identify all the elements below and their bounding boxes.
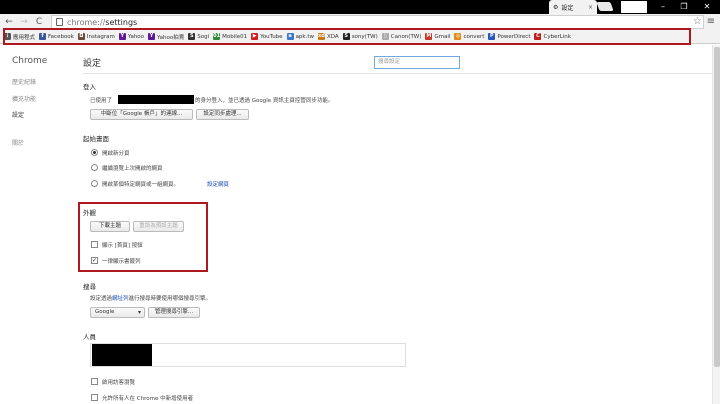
search-description: 設定透過網址列進行搜尋時要使用哪個搜尋引擎。 <box>90 296 212 302</box>
search-input[interactable]: 搜尋設定 <box>374 56 460 69</box>
signin-text-prefix: 已使用了 <box>90 98 113 104</box>
close-window-button[interactable]: ✕ <box>696 0 718 14</box>
tab-title: 設定 <box>561 4 574 12</box>
search-title: 搜尋 <box>83 283 96 291</box>
minimize-button[interactable]: – <box>652 0 674 14</box>
omnibox-link[interactable]: 網址列 <box>112 296 129 302</box>
maximize-button[interactable]: ❐ <box>673 0 695 14</box>
bookmarks-bar-highlight <box>3 28 691 45</box>
signin-title: 登入 <box>83 83 96 91</box>
appearance-title: 外觀 <box>83 209 96 217</box>
sidebar-brand: Chrome <box>12 56 48 66</box>
menu-icon[interactable]: ≡ <box>707 14 715 30</box>
sidebar-item-history[interactable]: 歷史紀錄 <box>12 77 36 86</box>
bookmarks-bar-label: 一律顯示書籤列 <box>102 259 141 265</box>
startup-option-continue: 繼續瀏覽上次開啟的網頁 <box>102 166 163 172</box>
signin-text-suffix: 的身分登入，並已透過 Google 資訊主頁控管同步功能。 <box>195 98 334 104</box>
profile-button[interactable] <box>621 1 647 13</box>
page-icon <box>56 18 63 26</box>
guest-browsing-checkbox[interactable] <box>91 378 98 385</box>
disconnect-account-button[interactable]: 中斷位「Google 帳戶」的連線... <box>90 109 193 120</box>
bookmark-star-icon[interactable]: ☆ <box>693 14 702 30</box>
new-tab-button[interactable] <box>596 2 614 11</box>
startup-radio-continue[interactable] <box>91 164 98 171</box>
gear-icon: ⚙ <box>553 3 559 11</box>
people-title: 人員 <box>83 333 96 341</box>
reset-theme-button[interactable]: 重設為預設主題 <box>133 221 184 232</box>
sidebar-item-extensions[interactable]: 擴充功能 <box>12 94 36 103</box>
url-text: chrome://settings <box>67 17 138 27</box>
sidebar-item-settings[interactable]: 設定 <box>12 110 24 119</box>
bookmarks-bar-checkbox[interactable]: ✓ <box>91 257 98 264</box>
add-person-label: 允許所有人在 Chrome 中新增使用者 <box>102 396 194 402</box>
home-button-checkbox[interactable] <box>91 241 98 248</box>
scrollbar[interactable] <box>712 45 720 404</box>
add-person-checkbox[interactable] <box>91 394 98 401</box>
get-themes-button[interactable]: 下載主題 <box>90 221 130 232</box>
sidebar-item-about[interactable]: 關於 <box>12 138 24 147</box>
tab-settings[interactable]: ⚙ 設定 × <box>549 0 597 14</box>
home-button-label: 顯示 [首頁] 按鈕 <box>102 243 143 249</box>
set-pages-link[interactable]: 設定網頁 <box>207 180 229 188</box>
startup-option-specific: 開啟某個特定網頁或一組網頁。 <box>102 182 180 188</box>
tab-close-icon[interactable]: × <box>588 4 593 11</box>
sync-settings-button[interactable]: 設定同步處理... <box>196 109 249 120</box>
header-divider <box>83 73 719 74</box>
settings-main: 設定 搜尋設定 登入 已使用了 的身分登入，並已透過 Google 資訊主頁控管… <box>78 45 720 404</box>
guest-browsing-label: 啟用訪客瀏覽 <box>102 380 136 386</box>
search-engine-select[interactable]: Google <box>90 307 145 318</box>
redacted-profile <box>92 344 152 366</box>
startup-title: 起始畫面 <box>83 135 109 143</box>
startup-option-newtab: 開啟新分頁 <box>102 151 130 157</box>
sidebar: Chrome 歷史紀錄 擴充功能 設定 關於 <box>0 45 78 404</box>
startup-radio-specific[interactable] <box>91 180 98 187</box>
redacted-email <box>118 95 194 104</box>
scrollbar-thumb[interactable] <box>714 47 720 367</box>
page-title: 設定 <box>83 59 102 69</box>
title-bar: ⚙ 設定 × – ❐ ✕ <box>0 0 720 14</box>
address-bar[interactable]: chrome://settings <box>51 15 704 29</box>
manage-search-engines-button[interactable]: 管理搜尋引擎... <box>148 307 200 318</box>
startup-radio-newtab[interactable] <box>91 149 98 156</box>
